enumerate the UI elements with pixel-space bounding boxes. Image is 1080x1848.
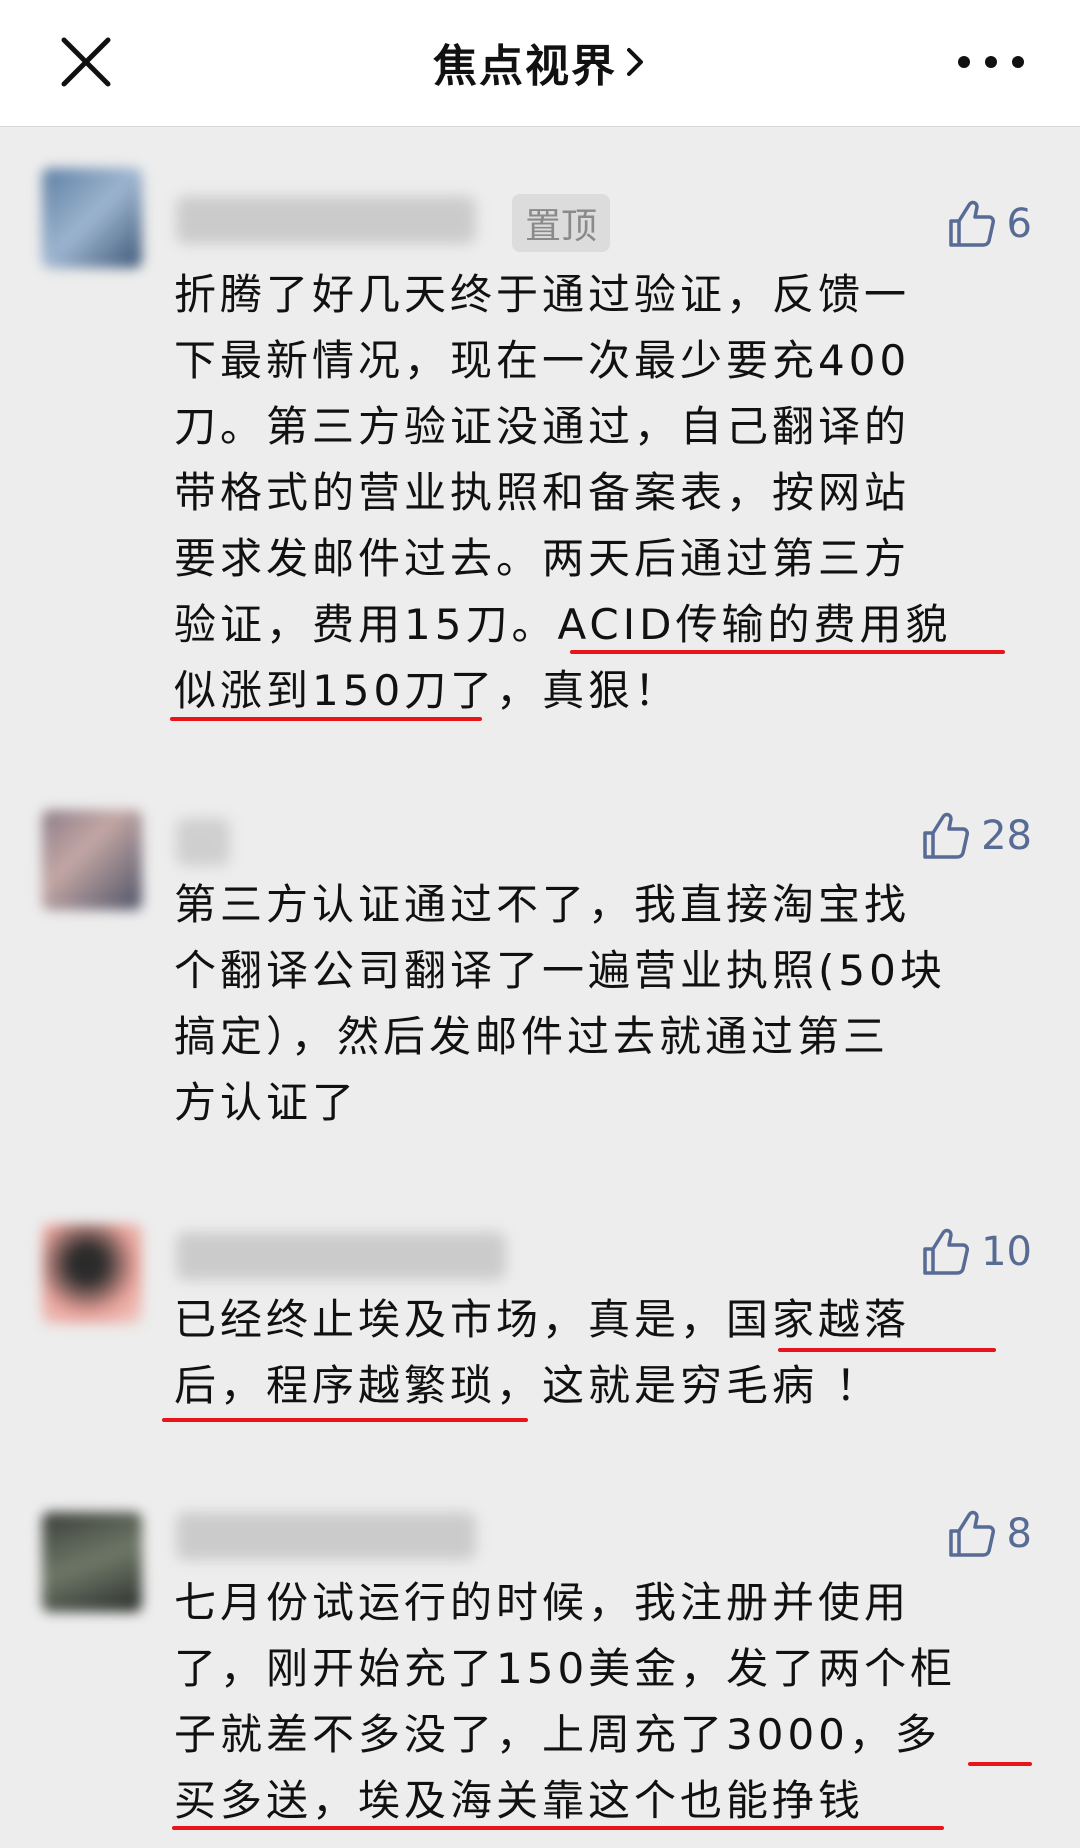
like-button[interactable]: 8: [947, 1506, 1032, 1562]
comment-line: 要求发邮件过去。两天后通过第三方: [174, 534, 911, 583]
avatar[interactable]: [42, 1224, 142, 1324]
comment-line: 买多送，埃及海关靠这个也能挣钱: [174, 1776, 865, 1825]
like-count: 10: [981, 1229, 1032, 1275]
avatar[interactable]: [42, 168, 142, 268]
avatar[interactable]: [42, 1512, 142, 1612]
comment-line: 七月份试运行的时候，我注册并使用: [174, 1578, 911, 1627]
more-button[interactable]: [958, 40, 1024, 84]
title-link[interactable]: 焦点视界: [0, 32, 1080, 92]
comment-line: 似涨到150刀了，真狠！: [174, 666, 681, 715]
comment-line: 了，刚开始充了150美金，发了两个柜: [174, 1644, 957, 1693]
nickname-blurred[interactable]: [176, 818, 230, 866]
nickname-blurred[interactable]: [176, 1232, 506, 1280]
comment-text: 已经终止埃及市场，真是，国家越落 后，程序越繁琐，这就是穷毛病 ！: [174, 1287, 1034, 1419]
more-icon: [958, 56, 970, 68]
comment-line: 个翻译公司翻译了一遍营业执照(50块: [174, 946, 946, 995]
pinned-badge: 置顶: [512, 194, 610, 252]
comment-line: 方认证了: [174, 1078, 359, 1127]
thumbs-up-icon: [948, 1510, 995, 1557]
top-bar: 焦点视界: [0, 0, 1080, 127]
comment-line: 子就差不多没了，上周充了3000，多: [174, 1710, 941, 1759]
red-underline: [778, 1348, 996, 1352]
thumbs-up-icon: [923, 812, 970, 859]
nickname-blurred[interactable]: [176, 1512, 476, 1560]
like-count: 6: [1006, 201, 1032, 247]
comment-line: 折腾了好几天终于通过验证，反馈一: [174, 270, 911, 319]
comment-line: 后，程序越繁琐，这就是穷毛病 ！: [174, 1361, 882, 1410]
red-underline: [570, 650, 1005, 654]
comment-line: 第三方认证通过不了，我直接淘宝找: [174, 880, 911, 929]
red-underline: [170, 717, 482, 721]
comment-line: 带格式的营业执照和备案表，按网站: [174, 468, 911, 517]
red-underline: [172, 1826, 944, 1830]
thumbs-up-icon: [948, 200, 995, 247]
red-underline: [162, 1418, 528, 1422]
red-underline: [968, 1762, 1032, 1766]
comment-text: 折腾了好几天终于通过验证，反馈一 下最新情况，现在一次最少要充400 刀。第三方…: [174, 262, 1034, 724]
chevron-right-icon: [627, 48, 643, 76]
thumbs-up-icon: [923, 1228, 970, 1275]
comment-line: 验证，费用15刀。ACID传输的费用貌: [174, 600, 952, 649]
comment-text: 七月份试运行的时候，我注册并使用 了，刚开始充了150美金，发了两个柜 子就差不…: [174, 1570, 1034, 1834]
like-button[interactable]: 28: [921, 808, 1032, 864]
comment-line: 刀。第三方验证没通过，自己翻译的: [174, 402, 911, 451]
like-count: 28: [981, 813, 1032, 859]
comment-text: 第三方认证通过不了，我直接淘宝找 个翻译公司翻译了一遍营业执照(50块 搞定），…: [174, 872, 1034, 1136]
like-button[interactable]: 10: [921, 1224, 1032, 1280]
page-title: 焦点视界: [433, 41, 617, 92]
comment-line: 已经终止埃及市场，真是，国家越落: [174, 1295, 911, 1344]
comment-line: 下最新情况，现在一次最少要充400: [174, 336, 911, 385]
comment-line: 搞定），然后发邮件过去就通过第三: [174, 1012, 890, 1061]
nickname-blurred[interactable]: [176, 196, 476, 244]
like-button[interactable]: 6: [947, 196, 1032, 252]
like-count: 8: [1006, 1511, 1032, 1557]
avatar[interactable]: [42, 810, 142, 910]
